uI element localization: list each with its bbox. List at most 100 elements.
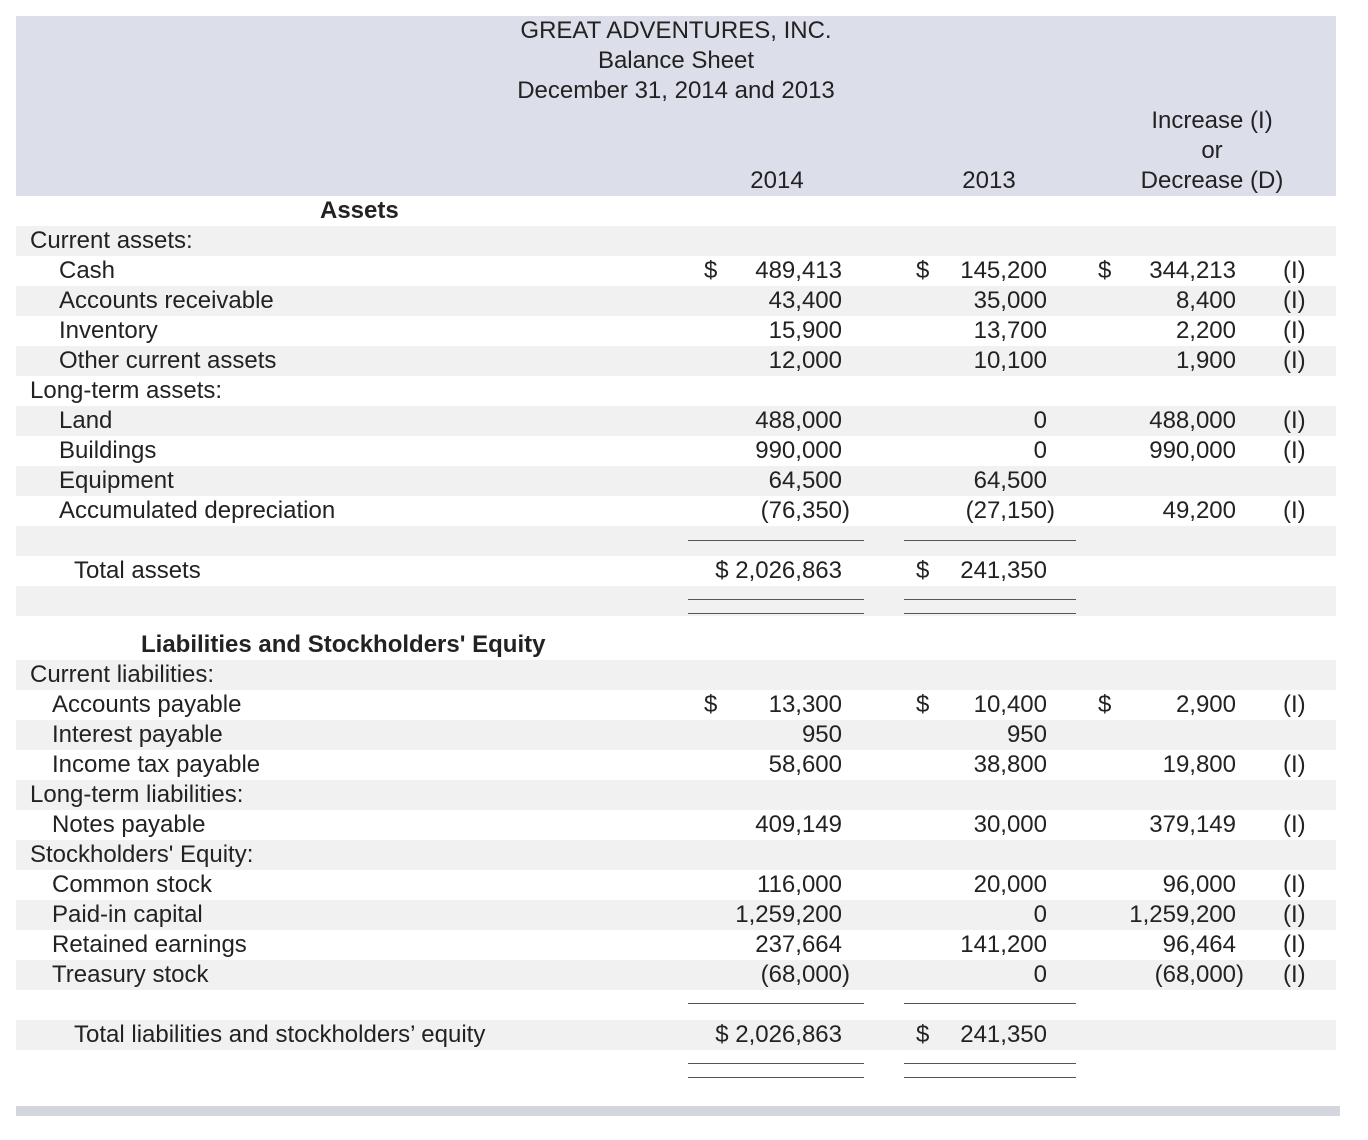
statement-title: Balance Sheet (597, 47, 755, 74)
ap-2013: 10,400 (973, 691, 1047, 718)
buildings-2014: 990,000 (755, 437, 842, 464)
col-header-change-3: Decrease (D) (1140, 167, 1284, 194)
paid-in-capital-indicator: (I) (1283, 901, 1306, 928)
cash-indicator: (I) (1283, 257, 1306, 284)
common-stock-indicator: (I) (1283, 871, 1306, 898)
inventory-indicator: (I) (1283, 317, 1306, 344)
interest-payable-2013: 950 (1006, 721, 1047, 748)
equipment-2013: 64,500 (973, 467, 1047, 494)
common-stock-change: 96,000 (1162, 871, 1236, 898)
total-liab-equity-2013-dollar: $ (916, 1021, 930, 1048)
notes-payable-2013: 30,000 (973, 811, 1047, 838)
treasury-stock-label: Treasury stock (52, 961, 209, 988)
col-header-change-2: or (1201, 137, 1223, 164)
treasury-stock-2014: (68,000) (760, 961, 850, 988)
ap-2014-dollar: $ (704, 691, 718, 718)
income-tax-label: Income tax payable (52, 751, 261, 778)
stockholders-equity-label: Stockholders' Equity: (30, 841, 254, 868)
income-tax-change: 19,800 (1162, 751, 1236, 778)
double-rule (688, 613, 864, 614)
common-stock-2014: 116,000 (757, 871, 842, 898)
long-term-liabilities-label: Long-term liabilities: (30, 781, 244, 808)
current-liabilities-label: Current liabilities: (30, 661, 215, 688)
income-tax-2013: 38,800 (973, 751, 1047, 778)
company-name: GREAT ADVENTURES, INC. (520, 17, 832, 44)
income-tax-indicator: (I) (1283, 751, 1306, 778)
paid-in-capital-2014: 1,259,200 (735, 901, 842, 928)
accum-dep-indicator: (I) (1283, 497, 1306, 524)
total-assets-2013: 241,350 (960, 557, 1047, 584)
interest-payable-label: Interest payable (52, 721, 223, 748)
ap-label: Accounts payable (52, 691, 242, 718)
land-2014: 488,000 (755, 407, 842, 434)
cash-2014: 489,413 (755, 257, 842, 284)
ap-indicator: (I) (1283, 691, 1306, 718)
subtotal-rule (904, 540, 1076, 541)
total-liab-equity-label: Total liabilities and stockholders’ equi… (74, 1021, 486, 1048)
cash-change-dollar: $ (1098, 257, 1112, 284)
ar-2013: 35,000 (973, 287, 1047, 314)
paid-in-capital-change: 1,259,200 (1129, 901, 1236, 928)
row-stripe (16, 226, 1336, 256)
double-rule (688, 1063, 864, 1064)
col-header-2014: 2014 (750, 167, 804, 194)
ar-indicator: (I) (1283, 287, 1306, 314)
other-current-label: Other current assets (59, 347, 277, 374)
double-rule (904, 613, 1076, 614)
notes-payable-2014: 409,149 (755, 811, 842, 838)
subtotal-rule (688, 1003, 864, 1004)
other-current-2013: 10,100 (973, 347, 1047, 374)
row-stripe (16, 960, 1336, 990)
row-stripe (16, 526, 1336, 556)
total-assets-2013-dollar: $ (916, 557, 930, 584)
row-stripe (16, 586, 1336, 616)
inventory-2014: 15,900 (768, 317, 842, 344)
other-current-change: 1,900 (1175, 347, 1236, 374)
notes-payable-indicator: (I) (1283, 811, 1306, 838)
retained-earnings-change: 96,464 (1162, 931, 1236, 958)
subtotal-rule (904, 1003, 1076, 1004)
footer-bar (16, 1106, 1340, 1116)
ar-change: 8,400 (1175, 287, 1236, 314)
col-header-2013: 2013 (962, 167, 1016, 194)
assets-heading: Assets (320, 197, 399, 224)
retained-earnings-2014: 237,664 (755, 931, 842, 958)
income-tax-2014: 58,600 (768, 751, 842, 778)
ar-label: Accounts receivable (59, 287, 274, 314)
current-assets-label: Current assets: (30, 227, 193, 254)
cash-2014-dollar: $ (704, 257, 718, 284)
liabilities-heading: Liabilities and Stockholders' Equity (141, 631, 546, 658)
other-current-indicator: (I) (1283, 347, 1306, 374)
accum-dep-change: 49,200 (1162, 497, 1236, 524)
inventory-label: Inventory (59, 317, 158, 344)
ap-2014: 13,300 (768, 691, 842, 718)
retained-earnings-2013: 141,200 (960, 931, 1047, 958)
ap-change: 2,900 (1175, 691, 1236, 718)
ar-2014: 43,400 (768, 287, 842, 314)
double-rule (688, 599, 864, 600)
statement-date: December 31, 2014 and 2013 (517, 77, 835, 104)
retained-earnings-indicator: (I) (1283, 931, 1306, 958)
land-change: 488,000 (1149, 407, 1236, 434)
accum-dep-label: Accumulated depreciation (59, 497, 336, 524)
land-2013: 0 (1033, 407, 1047, 434)
cash-2013-dollar: $ (916, 257, 930, 284)
land-label: Land (59, 407, 113, 434)
retained-earnings-label: Retained earnings (52, 931, 247, 958)
accum-dep-2013: (27,150) (965, 497, 1055, 524)
subtotal-rule (688, 540, 864, 541)
paid-in-capital-2013: 0 (1033, 901, 1047, 928)
equipment-label: Equipment (59, 467, 174, 494)
notes-payable-change: 379,149 (1149, 811, 1236, 838)
total-assets-label: Total assets (74, 557, 201, 584)
common-stock-2013: 20,000 (973, 871, 1047, 898)
row-stripe (16, 406, 1336, 436)
buildings-indicator: (I) (1283, 437, 1306, 464)
treasury-stock-change: (68,000) (1154, 961, 1244, 988)
cash-label: Cash (59, 257, 116, 284)
interest-payable-2014: 950 (801, 721, 842, 748)
equipment-2014: 64,500 (768, 467, 842, 494)
cash-2013: 145,200 (960, 257, 1047, 284)
treasury-stock-2013: 0 (1033, 961, 1047, 988)
double-rule (904, 599, 1076, 600)
